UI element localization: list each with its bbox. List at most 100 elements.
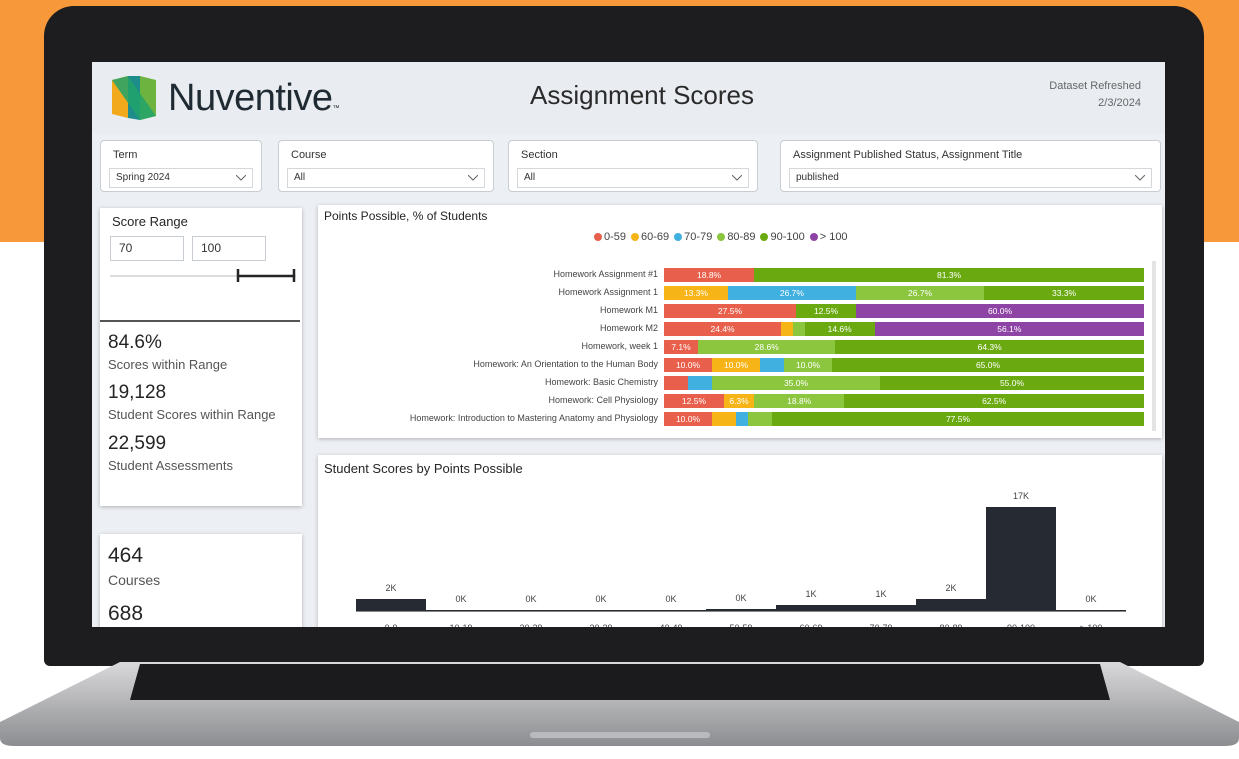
section-select[interactable]: All <box>517 168 749 188</box>
histogram-bar[interactable] <box>986 507 1056 611</box>
bar-segment[interactable]: 33.3% <box>984 286 1144 300</box>
histogram-value-label: 0K <box>665 594 677 604</box>
stacked-row: Homework: Introduction to Mastering Anat… <box>318 412 1148 426</box>
legend-label: 90-100 <box>770 231 805 243</box>
legend-dot <box>594 233 602 241</box>
kpi-scores-label: Student Scores within Range <box>108 407 276 422</box>
legend-label: > 100 <box>819 231 848 243</box>
row-bar: 10.0% 77.5% <box>664 412 1144 426</box>
histogram-bar[interactable] <box>1056 610 1126 611</box>
bar-segment[interactable]: 27.5% <box>664 304 796 318</box>
histogram-bar[interactable] <box>566 610 636 611</box>
bar-segment[interactable] <box>792 322 805 336</box>
course-select[interactable]: All <box>287 168 485 188</box>
legend-dot <box>717 233 726 241</box>
row-bar: 27.5% 12.5% 60.0% <box>664 304 1144 318</box>
dataset-refreshed: Dataset Refreshed 2/3/2024 <box>1049 78 1141 112</box>
bar-segment[interactable]: 64.3% <box>835 340 1144 354</box>
assignment-select[interactable]: published <box>789 168 1152 188</box>
legend-item-2[interactable]: 70-79 <box>674 231 712 243</box>
bar-segment[interactable]: 24.4% <box>664 322 782 336</box>
histogram-bar[interactable] <box>776 604 846 611</box>
scrollbar[interactable] <box>1152 261 1156 431</box>
legend-item-3[interactable]: 80-89 <box>717 231 755 243</box>
score-range-card: Score Range 70 100 84.6% Scores within R… <box>100 208 302 506</box>
score-max-input[interactable]: 100 <box>192 236 266 261</box>
bar-segment[interactable]: 14.6% <box>804 322 875 336</box>
bar-segment[interactable]: 10.0% <box>664 358 712 372</box>
refresh-date: 2/3/2024 <box>1098 97 1141 109</box>
histogram-category-label: 70-79 <box>851 623 911 627</box>
legend-label: 80-89 <box>727 231 756 243</box>
legend-item-1[interactable]: 60-69 <box>631 231 669 243</box>
bar-segment[interactable]: 10.0% <box>784 358 832 372</box>
bar-segment[interactable]: 60.0% <box>856 304 1144 318</box>
row-label: Homework Assignment 1 <box>558 287 658 297</box>
filter-course-label: Course <box>291 149 327 161</box>
stacked-row: Homework: An Orientation to the Human Bo… <box>318 358 1148 372</box>
filter-term-label: Term <box>113 149 138 161</box>
filter-term[interactable]: Term Spring 2024 <box>100 140 262 192</box>
histogram-panel: Student Scores by Points Possible 2K0-90… <box>318 455 1162 627</box>
histogram-bar[interactable] <box>636 610 706 611</box>
score-min-input[interactable]: 70 <box>110 236 184 261</box>
bar-segment[interactable] <box>664 376 688 390</box>
histogram-category-label: 0-9 <box>361 623 421 627</box>
bar-segment[interactable]: 18.8% <box>754 394 845 408</box>
bar-segment[interactable]: 65.0% <box>832 358 1144 372</box>
bar-segment[interactable]: 12.5% <box>796 304 856 318</box>
legend-item-5[interactable]: > 100 <box>809 231 848 243</box>
bar-segment[interactable] <box>736 412 748 426</box>
histogram-value-label: 0K <box>455 594 467 604</box>
bar-segment[interactable] <box>781 322 793 336</box>
bar-segment[interactable]: 26.7% <box>856 286 985 300</box>
bar-segment[interactable]: 77.5% <box>772 412 1144 426</box>
legend-item-0[interactable]: 0-59 <box>594 231 626 243</box>
legend-item-4[interactable]: 90-100 <box>760 231 805 243</box>
bar-segment[interactable] <box>712 412 736 426</box>
bar-segment[interactable]: 26.7% <box>727 286 856 300</box>
histogram-category-label: 40-49 <box>641 623 701 627</box>
filter-section-label: Section <box>521 149 558 161</box>
bar-segment[interactable] <box>688 376 712 390</box>
term-select[interactable]: Spring 2024 <box>109 168 253 188</box>
histogram-bar[interactable] <box>916 598 986 611</box>
bar-segment[interactable]: 12.5% <box>664 394 724 408</box>
stacked-chart-title: Points Possible, % of Students <box>324 209 488 223</box>
bar-segment[interactable]: 56.1% <box>874 322 1144 336</box>
bar-segment[interactable]: 81.3% <box>754 268 1144 282</box>
bar-segment[interactable]: 55.0% <box>880 376 1144 390</box>
kpi-assess-value: 22,599 <box>108 433 167 454</box>
kpi-scores-value: 19,128 <box>108 382 167 403</box>
bar-segment[interactable]: 10.0% <box>712 358 760 372</box>
bar-segment[interactable] <box>760 358 784 372</box>
filter-course[interactable]: Course All <box>278 140 494 192</box>
bar-segment[interactable]: 13.3% <box>664 286 728 300</box>
bar-segment[interactable]: 18.8% <box>664 268 755 282</box>
histogram-bar[interactable] <box>426 610 496 611</box>
histogram-bar[interactable] <box>706 609 776 611</box>
histogram-bar[interactable] <box>846 604 916 611</box>
bar-segment[interactable]: 35.0% <box>712 376 880 390</box>
filter-section[interactable]: Section All <box>508 140 758 192</box>
bar-segment[interactable]: 62.5% <box>844 394 1144 408</box>
histogram-value-label: 1K <box>875 588 887 599</box>
row-bar: 18.8% 81.3% <box>664 268 1144 282</box>
bar-segment[interactable]: 6.3% <box>723 394 755 408</box>
filter-assignment-label: Assignment Published Status, Assignment … <box>793 149 1023 161</box>
legend-dot <box>631 233 640 241</box>
score-range-slider[interactable] <box>110 266 296 282</box>
legend-label: 60-69 <box>641 231 670 243</box>
filter-assignment[interactable]: Assignment Published Status, Assignment … <box>780 140 1161 192</box>
row-label: Homework M2 <box>599 323 658 333</box>
histogram-value-label: 2K <box>385 582 397 593</box>
histogram-bar[interactable] <box>356 598 426 611</box>
histogram-value-label: 1K <box>805 588 817 599</box>
chevron-down-icon <box>468 175 478 181</box>
bar-segment[interactable]: 28.6% <box>698 340 836 354</box>
kpi-courses-value: 464 <box>108 544 144 567</box>
bar-segment[interactable]: 10.0% <box>664 412 712 426</box>
bar-segment[interactable]: 7.1% <box>664 340 699 354</box>
histogram-bar[interactable] <box>496 610 566 611</box>
bar-segment[interactable] <box>748 412 772 426</box>
